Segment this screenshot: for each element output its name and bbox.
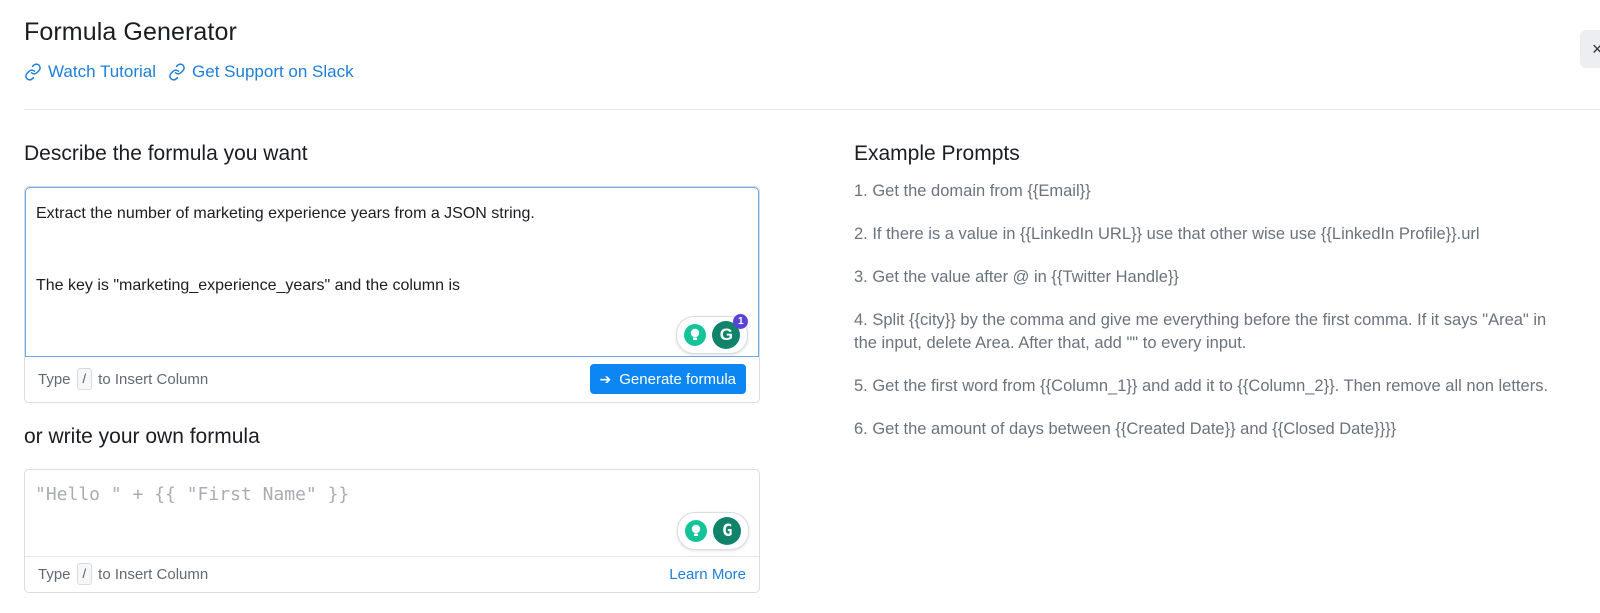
example-prompt[interactable]: 5. Get the first word from {{Column_1}} …: [854, 375, 1569, 398]
describe-footer: Type / to Insert Column ➔ Generate formu…: [25, 356, 759, 402]
arrow-right-icon: ➔: [599, 370, 612, 387]
grammarly-badge: 1: [733, 314, 749, 329]
slash-key: /: [76, 368, 93, 390]
own-formula-heading: or write your own formula: [24, 425, 260, 448]
header-divider: [24, 109, 1600, 110]
link-icon: [169, 63, 185, 81]
own-formula-footer: Type / to Insert Column Learn More: [25, 556, 759, 592]
insert-column-hint: Type / to Insert Column: [38, 368, 208, 390]
generate-formula-label: Generate formula: [619, 370, 736, 388]
slack-support-link[interactable]: Get Support on Slack: [168, 62, 354, 82]
describe-text-line2: The key is "marketing_experience_years" …: [36, 277, 461, 294]
watch-tutorial-link[interactable]: Watch Tutorial: [24, 62, 156, 82]
grammarly-glyph: G: [719, 325, 733, 344]
example-prompts-list: 1. Get the domain from {{Email}} 2. If t…: [854, 180, 1594, 461]
example-prompt[interactable]: 4. Split {{city}} by the comma and give …: [854, 309, 1569, 355]
formula-placeholder: "Hello " + {{ "First Name" }}: [35, 484, 350, 505]
watch-tutorial-label: Watch Tutorial: [48, 62, 157, 81]
close-icon: ×: [1592, 38, 1600, 59]
page-title: Formula Generator: [24, 18, 237, 46]
header-links: Watch Tutorial Get Support on Slack: [24, 62, 354, 82]
slash-key: /: [76, 563, 93, 585]
lightbulb-icon[interactable]: [684, 520, 707, 542]
header: Formula Generator: [24, 18, 237, 47]
hint-type-text: Type: [38, 565, 71, 583]
grammarly-widget[interactable]: G 1: [676, 314, 749, 354]
describe-text-line1: Extract the number of marketing experien…: [36, 205, 535, 222]
example-prompt[interactable]: 1. Get the domain from {{Email}}: [854, 180, 1594, 203]
hint-type-text: Type: [38, 370, 71, 388]
example-prompt[interactable]: 2. If there is a value in {{LinkedIn URL…: [854, 223, 1594, 246]
lightbulb-icon[interactable]: [683, 324, 706, 346]
describe-textarea[interactable]: Extract the number of marketing experien…: [25, 187, 759, 357]
hint-rest-text: to Insert Column: [98, 370, 209, 388]
close-button[interactable]: ×: [1580, 30, 1600, 68]
generate-formula-button[interactable]: ➔ Generate formula: [589, 364, 746, 394]
learn-more-link[interactable]: Learn More: [669, 566, 746, 583]
example-prompt[interactable]: 6. Get the amount of days between {{Crea…: [854, 418, 1594, 441]
hint-rest-text: to Insert Column: [98, 565, 209, 583]
example-prompts-heading: Example Prompts: [854, 142, 1020, 165]
describe-heading: Describe the formula you want: [24, 142, 308, 165]
example-prompt[interactable]: 3. Get the value after @ in {{Twitter Ha…: [854, 266, 1594, 289]
grammarly-icon[interactable]: G: [713, 517, 742, 545]
grammarly-widget[interactable]: G: [677, 512, 749, 550]
own-formula-panel: "Hello " + {{ "First Name" }} G Type / t…: [24, 469, 760, 593]
insert-column-hint: Type / to Insert Column: [38, 563, 208, 585]
grammarly-glyph: G: [722, 521, 733, 541]
describe-panel: Extract the number of marketing experien…: [24, 186, 760, 403]
formula-input[interactable]: "Hello " + {{ "First Name" }} G: [25, 470, 759, 557]
slack-support-label: Get Support on Slack: [192, 62, 354, 81]
link-icon: [25, 63, 41, 81]
grammarly-icon[interactable]: G 1: [712, 314, 749, 349]
